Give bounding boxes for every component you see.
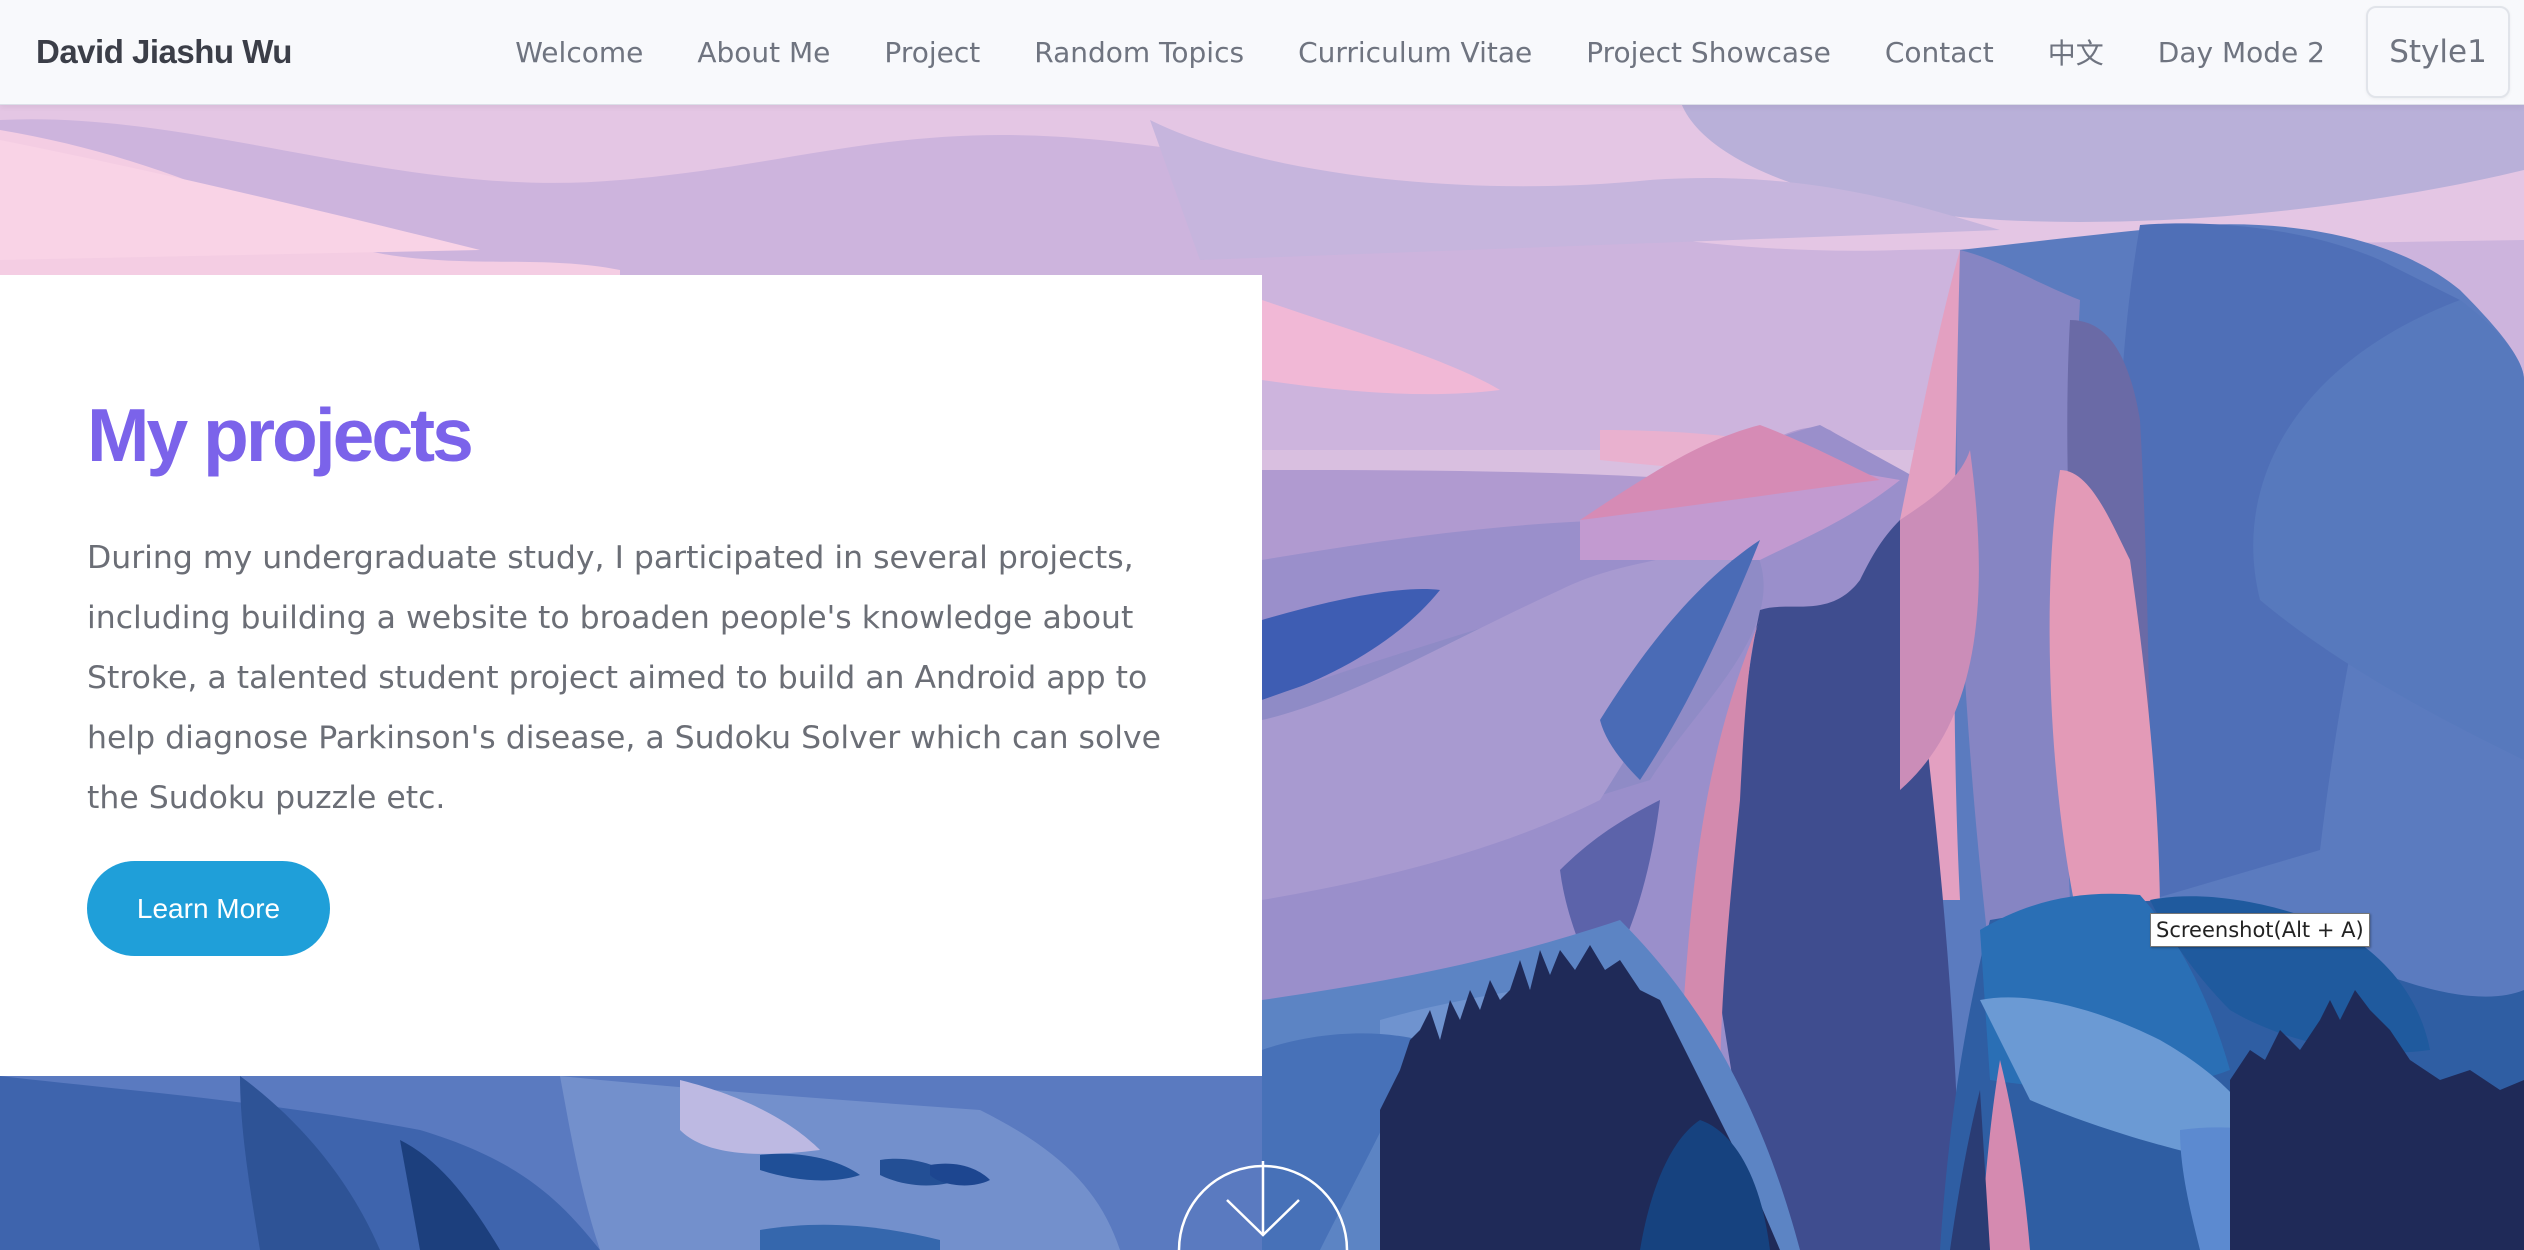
nav-item-about-me[interactable]: About Me bbox=[670, 36, 857, 69]
top-navbar: David Jiashu Wu Welcome About Me Project… bbox=[0, 0, 2524, 105]
arrow-down-circle-icon[interactable] bbox=[1175, 1143, 1351, 1250]
nav-item-project[interactable]: Project bbox=[857, 36, 1007, 69]
nav-item-day-mode[interactable]: Day Mode 2 bbox=[2131, 36, 2352, 69]
nav-item-project-showcase[interactable]: Project Showcase bbox=[1559, 36, 1858, 69]
learn-more-button[interactable]: Learn More bbox=[87, 861, 330, 956]
screenshot-tooltip: Screenshot(Alt + A) bbox=[2150, 913, 2370, 947]
nav-menu: Welcome About Me Project Random Topics C… bbox=[488, 0, 2510, 104]
style-toggle-button[interactable]: Style1 bbox=[2366, 6, 2510, 98]
site-brand[interactable]: David Jiashu Wu bbox=[36, 0, 292, 104]
nav-item-curriculum-vitae[interactable]: Curriculum Vitae bbox=[1271, 36, 1559, 69]
nav-item-welcome[interactable]: Welcome bbox=[488, 36, 670, 69]
page-title: My projects bbox=[87, 393, 474, 477]
nav-item-random-topics[interactable]: Random Topics bbox=[1007, 36, 1271, 69]
nav-item-contact[interactable]: Contact bbox=[1858, 36, 2021, 69]
nav-item-chinese[interactable]: 中文 bbox=[2021, 32, 2131, 72]
projects-description: During my undergraduate study, I partici… bbox=[87, 540, 1161, 816]
